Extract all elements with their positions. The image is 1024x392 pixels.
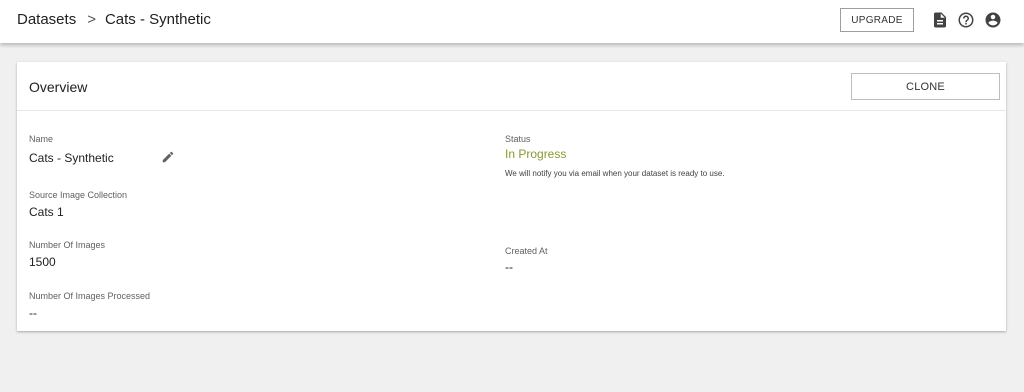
number-of-images-value: 1500 bbox=[29, 255, 56, 269]
edit-name-icon[interactable] bbox=[161, 150, 175, 164]
created-at-value: -- bbox=[505, 260, 513, 274]
overview-title: Overview bbox=[29, 79, 88, 95]
status-value: In Progress bbox=[505, 147, 567, 161]
name-value: Cats - Synthetic bbox=[29, 151, 114, 165]
number-of-images-label: Number Of Images bbox=[29, 240, 106, 250]
name-label: Name bbox=[29, 134, 54, 144]
source-collection-value: Cats 1 bbox=[29, 205, 64, 219]
breadcrumb-current: Cats - Synthetic bbox=[104, 11, 211, 28]
breadcrumb-datasets-link[interactable]: Datasets bbox=[17, 11, 76, 28]
breadcrumb: Datasets > Cats - Synthetic bbox=[17, 11, 211, 28]
account-icon[interactable] bbox=[984, 11, 1002, 29]
overview-header: Overview CLONE bbox=[17, 62, 1006, 111]
status-label: Status bbox=[505, 134, 531, 144]
created-at-label: Created At bbox=[505, 246, 548, 256]
source-collection-label: Source Image Collection bbox=[29, 190, 128, 200]
clone-button[interactable]: CLONE bbox=[851, 73, 1000, 100]
breadcrumb-separator: > bbox=[87, 11, 96, 28]
images-processed-label: Number Of Images Processed bbox=[29, 291, 151, 301]
help-icon[interactable] bbox=[957, 11, 975, 29]
overview-card: Overview CLONE Name Cats - Synthetic Sou… bbox=[17, 62, 1006, 331]
status-note: We will notify you via email when your d… bbox=[505, 169, 725, 178]
images-processed-value: -- bbox=[29, 306, 37, 320]
upgrade-button[interactable]: UPGRADE bbox=[840, 8, 914, 32]
top-bar: Datasets > Cats - Synthetic UPGRADE bbox=[0, 0, 1024, 43]
document-icon[interactable] bbox=[931, 11, 949, 29]
